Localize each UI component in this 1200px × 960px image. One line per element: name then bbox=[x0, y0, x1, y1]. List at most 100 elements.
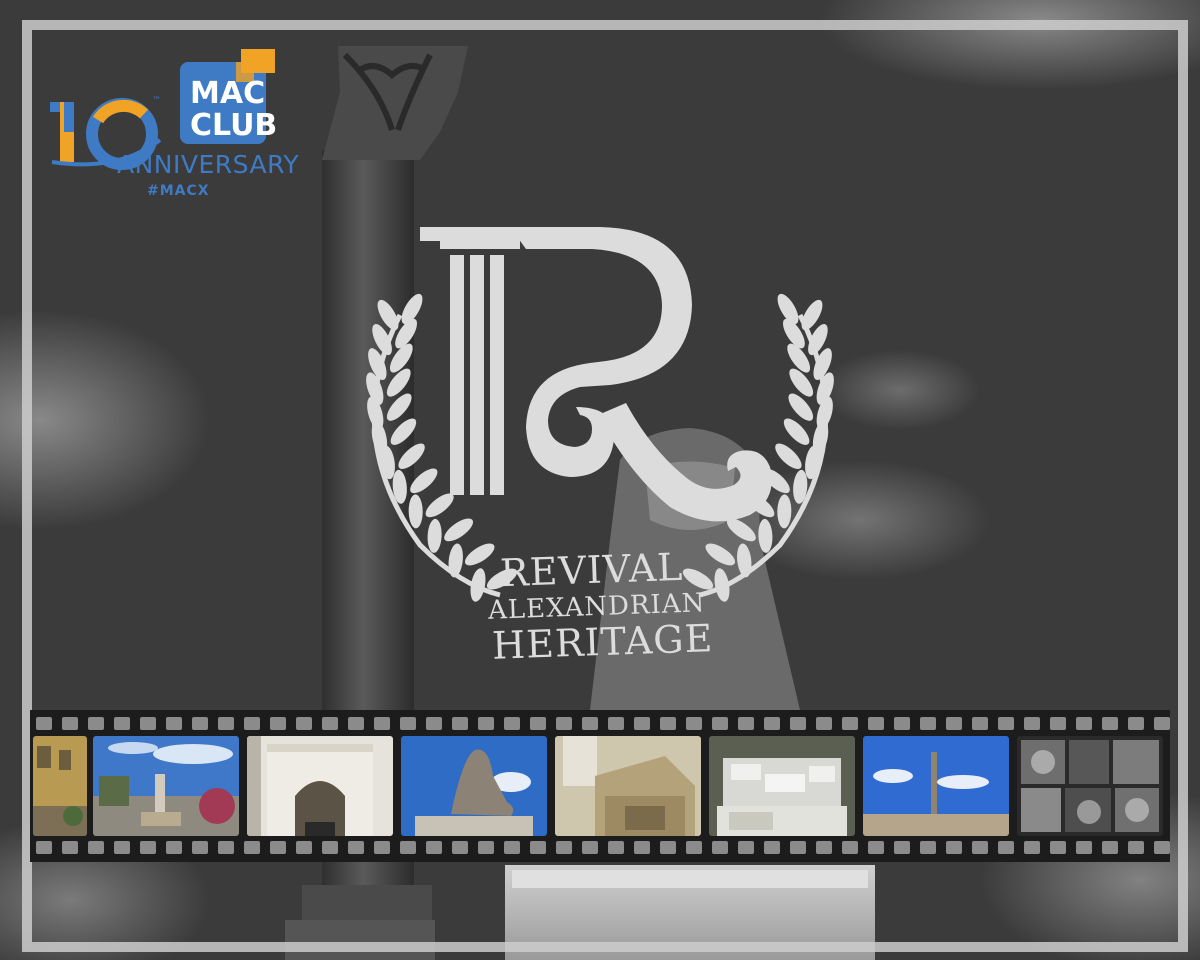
sprocket-hole bbox=[894, 841, 910, 854]
film-photo-sphinx bbox=[401, 736, 547, 836]
sprocket-hole bbox=[634, 717, 650, 730]
laurel-leaf bbox=[427, 518, 442, 553]
laurel-leaf bbox=[470, 568, 486, 602]
film-photo-pompeys-pillar bbox=[863, 736, 1009, 836]
film-photo-yellow-building bbox=[33, 736, 87, 836]
sprocket-hole bbox=[244, 717, 260, 730]
sprocket-hole bbox=[556, 717, 572, 730]
sprocket-hole bbox=[946, 841, 962, 854]
sprocket-hole bbox=[790, 717, 806, 730]
sprocket-hole bbox=[972, 717, 988, 730]
sprocket-hole bbox=[218, 841, 234, 854]
sprocket-hole bbox=[348, 841, 364, 854]
sprocket-hole bbox=[36, 717, 52, 730]
laurel-leaf bbox=[444, 518, 474, 542]
sprocket-hole bbox=[192, 717, 208, 730]
sprocket-hole bbox=[140, 717, 156, 730]
sprocket-hole bbox=[452, 717, 468, 730]
badge-hashtag: #MACX bbox=[147, 183, 210, 199]
sprocket-hole bbox=[166, 717, 182, 730]
sprocket-hole bbox=[426, 717, 442, 730]
sprocket-hole bbox=[192, 841, 208, 854]
sprocket-hole bbox=[114, 717, 130, 730]
sprocket-hole bbox=[998, 717, 1014, 730]
sprocket-hole bbox=[790, 841, 806, 854]
sprocket-hole bbox=[816, 841, 832, 854]
film-strip bbox=[30, 710, 1170, 862]
sprocket-hole bbox=[920, 841, 936, 854]
sprocket-hole bbox=[504, 717, 520, 730]
sprocket-hole bbox=[738, 841, 754, 854]
sprocket-hole bbox=[868, 841, 884, 854]
sprocket-hole bbox=[946, 717, 962, 730]
sprocket-hole bbox=[1076, 717, 1092, 730]
sprocket-hole bbox=[62, 717, 78, 730]
sprocket-hole bbox=[1076, 841, 1092, 854]
sprocket-hole bbox=[764, 841, 780, 854]
sprocket-hole bbox=[322, 717, 338, 730]
sprocket-hole bbox=[1102, 717, 1118, 730]
sprocket-hole bbox=[400, 841, 416, 854]
trademark-mark: ™ bbox=[152, 96, 161, 106]
sprocket-hole bbox=[504, 841, 520, 854]
badge-club-label: CLUB bbox=[190, 108, 278, 143]
sprocket-hole bbox=[712, 717, 728, 730]
sprocket-hole bbox=[400, 717, 416, 730]
sprocket-hole bbox=[1050, 717, 1066, 730]
sprocket-hole bbox=[686, 717, 702, 730]
sprocket-hole bbox=[374, 841, 390, 854]
laurel-leaf bbox=[410, 468, 438, 494]
sprocket-hole bbox=[816, 717, 832, 730]
sprocket-hole bbox=[998, 841, 1014, 854]
sprocket-hole bbox=[842, 841, 858, 854]
sprocket-hole bbox=[1024, 717, 1040, 730]
laurel-leaf bbox=[775, 443, 802, 470]
laurel-leaf bbox=[777, 494, 792, 529]
laurel-leaf bbox=[705, 543, 736, 566]
sprocket-hole bbox=[88, 841, 104, 854]
sprocket-hole bbox=[62, 841, 78, 854]
sprocket-hole bbox=[114, 841, 130, 854]
film-photo-portraits-collage bbox=[1017, 736, 1163, 836]
sprocket-hole bbox=[348, 717, 364, 730]
sprocket-hole bbox=[296, 841, 312, 854]
sprocket-hole bbox=[1102, 841, 1118, 854]
sprocket-hole bbox=[764, 717, 780, 730]
sprocket-hole bbox=[634, 841, 650, 854]
sprocket-hole bbox=[530, 841, 546, 854]
sprocket-hole bbox=[478, 841, 494, 854]
sprocket-hole bbox=[88, 717, 104, 730]
laurel-leaf bbox=[758, 518, 773, 553]
badge-anniversary-label: ANNIVERSARY bbox=[117, 150, 300, 179]
sprocket-hole bbox=[686, 841, 702, 854]
laurel-leaf bbox=[464, 543, 495, 566]
sprocket-hole bbox=[218, 717, 234, 730]
sprocket-hole bbox=[582, 717, 598, 730]
film-photo-ornate-tomb bbox=[555, 736, 701, 836]
sprocket-hole bbox=[712, 841, 728, 854]
sprocket-hole bbox=[1050, 841, 1066, 854]
film-sprocket-holes-top bbox=[30, 714, 1170, 734]
sprocket-hole bbox=[452, 841, 468, 854]
poster: MAC CLUB ™ ANNIVERSARY #MACX REVIVAL ALE… bbox=[0, 0, 1200, 960]
laurel-leaf bbox=[726, 518, 756, 542]
film-photo-grave-plaques bbox=[709, 736, 855, 836]
sprocket-hole bbox=[1154, 717, 1170, 730]
sprocket-hole bbox=[426, 841, 442, 854]
laurel-leaf bbox=[425, 493, 454, 518]
sprocket-hole bbox=[582, 841, 598, 854]
film-sprocket-holes-bottom bbox=[30, 838, 1170, 858]
sprocket-hole bbox=[920, 717, 936, 730]
sprocket-hole bbox=[738, 717, 754, 730]
sprocket-hole bbox=[140, 841, 156, 854]
sprocket-hole bbox=[36, 841, 52, 854]
sprocket-hole bbox=[478, 717, 494, 730]
sprocket-hole bbox=[244, 841, 260, 854]
sprocket-hole bbox=[972, 841, 988, 854]
laurel-leaf bbox=[408, 494, 423, 529]
sprocket-hole bbox=[1128, 717, 1144, 730]
sprocket-hole bbox=[842, 717, 858, 730]
sprocket-hole bbox=[322, 841, 338, 854]
sprocket-hole bbox=[660, 841, 676, 854]
sprocket-hole bbox=[608, 717, 624, 730]
